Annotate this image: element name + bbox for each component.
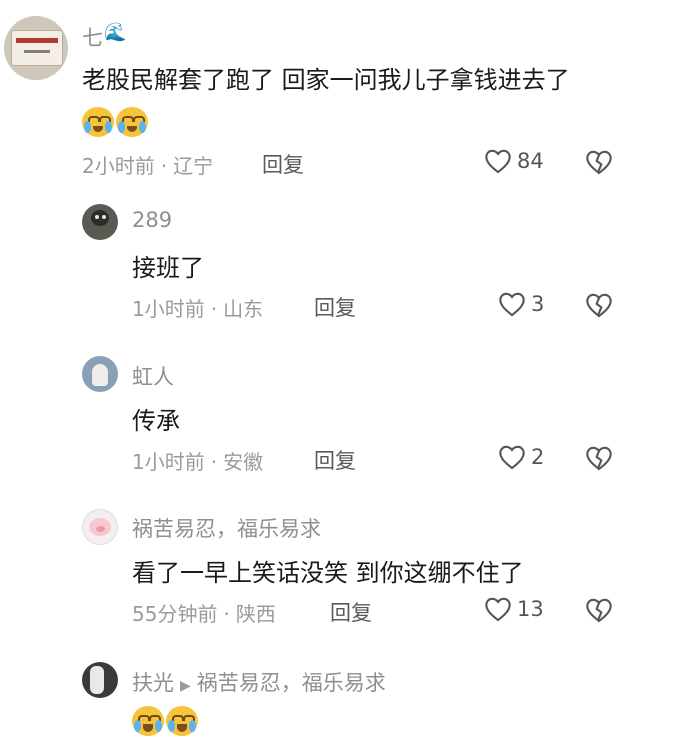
- like-count: 13: [517, 597, 544, 621]
- comment-time: 1小时前: [132, 297, 205, 321]
- avatar[interactable]: [82, 204, 118, 240]
- comment-location: 辽宁: [173, 154, 214, 178]
- commenter-name[interactable]: 扶光: [132, 671, 174, 695]
- like-count: 2: [531, 445, 545, 469]
- heart-icon: [485, 597, 511, 622]
- avatar[interactable]: [82, 509, 118, 545]
- meta-separator: ·: [210, 450, 218, 474]
- reply-button[interactable]: 回复: [330, 597, 372, 627]
- heart-icon: [499, 292, 525, 317]
- like-button[interactable]: 3: [498, 291, 544, 317]
- dislike-button[interactable]: [585, 149, 613, 175]
- comment-text: 老股民解套了跑了 回家一问我儿子拿钱进去了: [82, 66, 570, 94]
- dislike-button[interactable]: [585, 445, 613, 471]
- avatar[interactable]: [82, 356, 118, 392]
- heart-icon: [485, 149, 511, 174]
- comment-meta: 1小时前 · 山东: [132, 293, 263, 322]
- meta-separator: ·: [160, 154, 168, 178]
- reply-button[interactable]: 回复: [314, 292, 356, 322]
- comment-time: 2小时前: [82, 154, 155, 178]
- heart-icon: [499, 445, 525, 470]
- comment-text: 传承: [132, 407, 180, 435]
- avatar[interactable]: [4, 16, 68, 80]
- like-button[interactable]: 13: [484, 596, 544, 622]
- comment-text: 看了一早上笑话没笑 到你这绷不住了: [132, 559, 524, 587]
- comment-text: 接班了: [132, 254, 204, 282]
- wave-icon: 🌊: [104, 22, 127, 43]
- comment-meta: 55分钟前 · 陕西: [132, 598, 276, 627]
- reply-button[interactable]: 回复: [262, 149, 304, 179]
- comment-time: 1小时前: [132, 450, 205, 474]
- laugh-cry-emoji: [132, 706, 164, 736]
- reply-button[interactable]: 回复: [314, 445, 356, 475]
- meta-separator: ·: [223, 602, 230, 626]
- like-count: 84: [517, 149, 544, 173]
- reply-to-name[interactable]: 祸苦易忍，福乐易求: [197, 671, 386, 695]
- avatar[interactable]: [82, 662, 118, 698]
- comment-location: 安徽: [223, 450, 264, 474]
- comment-time: 55分钟前: [132, 602, 218, 626]
- laugh-cry-emoji: [166, 706, 198, 736]
- crying-emoji: [116, 107, 148, 137]
- reply-arrow-icon: ▶: [180, 678, 191, 694]
- broken-heart-icon: [586, 150, 612, 175]
- meta-separator: ·: [210, 297, 218, 321]
- broken-heart-icon: [586, 293, 612, 318]
- dislike-button[interactable]: [585, 597, 613, 623]
- commenter-name[interactable]: 虹人: [132, 361, 174, 391]
- like-count: 3: [531, 292, 545, 316]
- crying-emoji: [82, 107, 114, 137]
- broken-heart-icon: [586, 446, 612, 471]
- broken-heart-icon: [586, 598, 612, 623]
- dislike-button[interactable]: [585, 292, 613, 318]
- comment-location: 山东: [223, 297, 264, 321]
- commenter-name[interactable]: 七: [82, 22, 103, 52]
- comment-location: 陕西: [235, 602, 276, 626]
- like-button[interactable]: 2: [498, 444, 544, 470]
- commenter-name[interactable]: 289: [132, 208, 172, 232]
- reply-header: 扶光 ▶ 祸苦易忍，福乐易求: [132, 667, 386, 697]
- comment-meta: 2小时前 · 辽宁: [82, 150, 213, 179]
- commenter-name[interactable]: 祸苦易忍，福乐易求: [132, 513, 321, 543]
- like-button[interactable]: 84: [484, 148, 544, 174]
- comment-meta: 1小时前 · 安徽: [132, 446, 263, 475]
- avatar-image: [11, 30, 63, 66]
